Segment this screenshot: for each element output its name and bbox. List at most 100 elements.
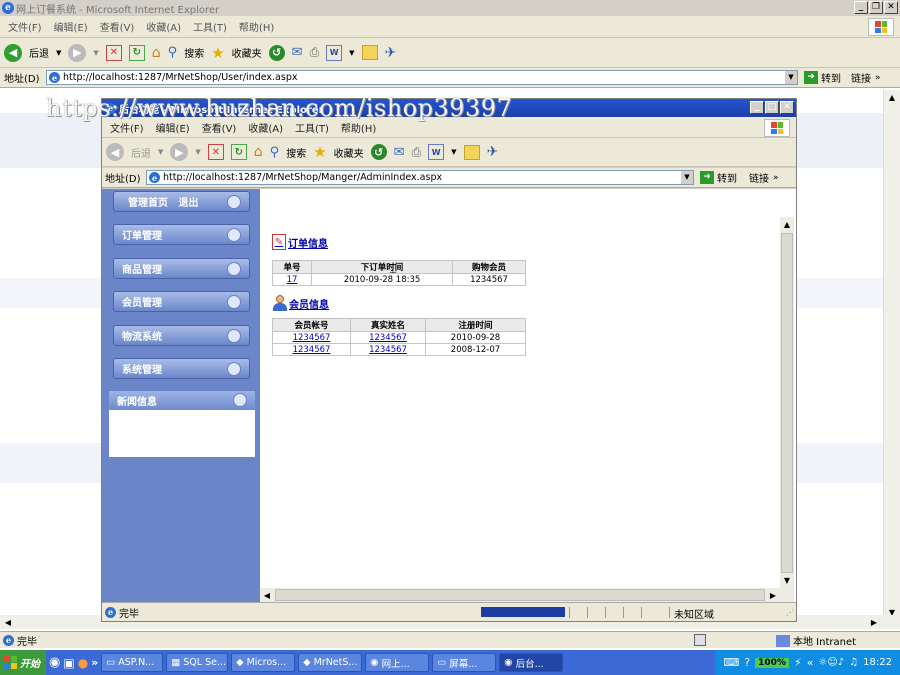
quicklaunch-more-icon[interactable]: » <box>91 656 98 669</box>
inner-scroll-down-icon[interactable]: ▼ <box>780 573 794 588</box>
sidebar-item-system[interactable]: 系统管理 <box>113 358 250 379</box>
inner-address-dropdown-icon[interactable]: ▼ <box>681 171 693 184</box>
inner-minimize-button[interactable]: _ <box>750 101 764 114</box>
resize-grip-icon[interactable]: ⋰ <box>786 608 794 617</box>
inner-scroll-up-icon[interactable]: ▲ <box>780 217 794 232</box>
news-header[interactable]: 新闻信息 <box>109 391 255 410</box>
tray-expand-icon[interactable]: « <box>807 656 814 669</box>
task-ie-user[interactable]: ◉ 网上... <box>365 653 430 672</box>
back-arrow-icon[interactable]: ◀ <box>4 43 22 62</box>
sidebar-item-products[interactable]: 商品管理 <box>113 258 250 279</box>
inner-favorites-star-icon[interactable]: ★ <box>313 143 326 161</box>
home-icon[interactable]: ⌂ <box>152 45 161 61</box>
menu-view[interactable]: 查看(V) <box>100 19 135 34</box>
zoom-indicator[interactable]: 100% <box>755 657 789 668</box>
admin-home-logout-button[interactable]: 管理首页 退出 <box>113 191 250 212</box>
inner-hscroll-thumb[interactable] <box>275 589 765 601</box>
menu-tools[interactable]: 工具(T) <box>193 19 227 34</box>
media-icon[interactable]: ↺ <box>268 44 285 61</box>
address-input[interactable]: e http://localhost:1287/MrNetShop/User/i… <box>46 70 798 85</box>
messenger-icon[interactable]: ✈ <box>385 45 397 61</box>
inner-horizontal-scrollbar[interactable]: ◀ ▶ <box>260 588 794 602</box>
tray-apps-icon[interactable]: ☼☺♪ <box>818 657 844 668</box>
member-account-link[interactable]: 1234567 <box>293 333 331 343</box>
scroll-up-icon[interactable]: ▲ <box>884 90 900 105</box>
inner-scroll-left-icon[interactable]: ◀ <box>260 588 274 602</box>
print-icon[interactable]: ⎙ <box>310 45 320 60</box>
inner-discuss-icon[interactable] <box>463 144 480 160</box>
refresh-icon[interactable]: ↻ <box>128 44 145 61</box>
outer-vertical-scrollbar[interactable]: ▲ ▼ <box>883 90 900 620</box>
menu-edit[interactable]: 编辑(E) <box>54 19 88 34</box>
orders-section-title[interactable]: ✎ 订单信息 <box>272 234 328 250</box>
forward-arrow-icon[interactable]: ▶ <box>68 43 87 62</box>
sidebar-item-members[interactable]: 会员管理 <box>113 291 250 312</box>
inner-links-chevron-icon[interactable]: » <box>773 173 779 183</box>
search-button[interactable]: 搜索 <box>184 45 204 60</box>
task-admin[interactable]: ◉ 后台... <box>499 653 564 672</box>
member-name-link[interactable]: 1234567 <box>369 345 407 355</box>
inner-back-dropdown-icon[interactable]: ▼ <box>158 148 163 156</box>
stop-icon[interactable]: ✕ <box>105 44 122 61</box>
go-button[interactable]: ➜ 转到 <box>804 70 841 85</box>
links-chevron-icon[interactable]: » <box>875 73 881 83</box>
inner-print-icon[interactable]: ⎙ <box>412 145 422 160</box>
inner-search-button[interactable]: 搜索 <box>286 145 306 160</box>
quicklaunch-ie-icon[interactable]: ◉ <box>49 655 60 670</box>
inner-favorites-button[interactable]: 收藏夹 <box>334 145 364 160</box>
inner-stop-icon[interactable]: ✕ <box>207 144 224 160</box>
task-microsoft[interactable]: ◆ Micros... <box>231 653 296 672</box>
volume-icon[interactable]: ♫ <box>849 657 858 668</box>
member-name-link[interactable]: 1234567 <box>369 333 407 343</box>
discuss-icon[interactable] <box>361 45 378 60</box>
back-dropdown-icon[interactable]: ▼ <box>56 49 61 57</box>
favorites-star-icon[interactable]: ★ <box>211 44 224 62</box>
inner-refresh-icon[interactable]: ↻ <box>230 144 247 160</box>
close-button[interactable]: ✕ <box>884 1 898 14</box>
start-button[interactable]: 开始 <box>0 650 46 675</box>
inner-links-button[interactable]: 链接 <box>749 170 769 185</box>
inner-edit-dropdown-icon[interactable]: ▼ <box>451 148 456 156</box>
menu-favorites[interactable]: 收藏(A) <box>146 19 181 34</box>
inner-search-icon[interactable]: ⚲ <box>270 145 280 160</box>
inner-messenger-icon[interactable]: ✈ <box>487 144 499 160</box>
links-button[interactable]: 链接 <box>851 70 871 85</box>
inner-back-arrow-icon[interactable]: ◀ <box>106 143 124 161</box>
inner-maximize-button[interactable]: □ <box>765 101 779 114</box>
help-icon[interactable]: ? <box>744 656 750 669</box>
edit-word-icon[interactable]: W <box>326 44 343 61</box>
scroll-left-icon[interactable]: ◀ <box>0 615 16 630</box>
inner-scroll-thumb[interactable] <box>781 233 793 573</box>
order-id-link[interactable]: 17 <box>287 275 298 285</box>
inner-address-input[interactable]: e http://localhost:1287/MrNetShop/Manger… <box>146 170 694 185</box>
restore-button[interactable]: ❐ <box>869 1 883 14</box>
inner-back-button[interactable]: 后退 <box>131 145 151 160</box>
inner-mail-icon[interactable]: ✉ <box>394 145 405 160</box>
forward-dropdown-icon[interactable]: ▼ <box>93 49 98 57</box>
task-sql[interactable]: ▦ SQL Se... <box>166 653 229 672</box>
quicklaunch-qq-icon[interactable]: ● <box>78 656 88 670</box>
menu-help[interactable]: 帮助(H) <box>239 19 274 34</box>
inner-forward-arrow-icon[interactable]: ▶ <box>170 143 189 161</box>
members-section-title[interactable]: 会员信息 <box>272 295 329 311</box>
task-mrnetshop[interactable]: ◆ MrNetS... <box>298 653 363 672</box>
member-account-link[interactable]: 1234567 <box>293 345 331 355</box>
inner-forward-dropdown-icon[interactable]: ▼ <box>195 148 200 156</box>
inner-vertical-scrollbar[interactable]: ▲ ▼ <box>780 217 794 588</box>
inner-scroll-right-icon[interactable]: ▶ <box>766 588 780 602</box>
inner-edit-word-icon[interactable]: W <box>428 144 445 160</box>
inner-media-icon[interactable]: ↺ <box>370 144 387 160</box>
favorites-button[interactable]: 收藏夹 <box>232 45 262 60</box>
back-button[interactable]: 后退 <box>29 45 49 60</box>
edit-dropdown-icon[interactable]: ▼ <box>349 49 354 57</box>
search-icon[interactable]: ⚲ <box>168 45 178 60</box>
scroll-right-icon[interactable]: ▶ <box>866 615 882 630</box>
minimize-button[interactable]: _ <box>854 1 868 14</box>
inner-close-button[interactable]: ✕ <box>780 101 794 114</box>
keyboard-icon[interactable]: ⌨ <box>723 656 739 669</box>
inner-home-icon[interactable]: ⌂ <box>254 144 263 160</box>
address-dropdown-icon[interactable]: ▼ <box>785 71 797 84</box>
menu-file[interactable]: 文件(F) <box>8 19 42 34</box>
sidebar-item-logistics[interactable]: 物流系统 <box>113 325 250 346</box>
network-icon[interactable]: ⚡ <box>794 656 802 669</box>
